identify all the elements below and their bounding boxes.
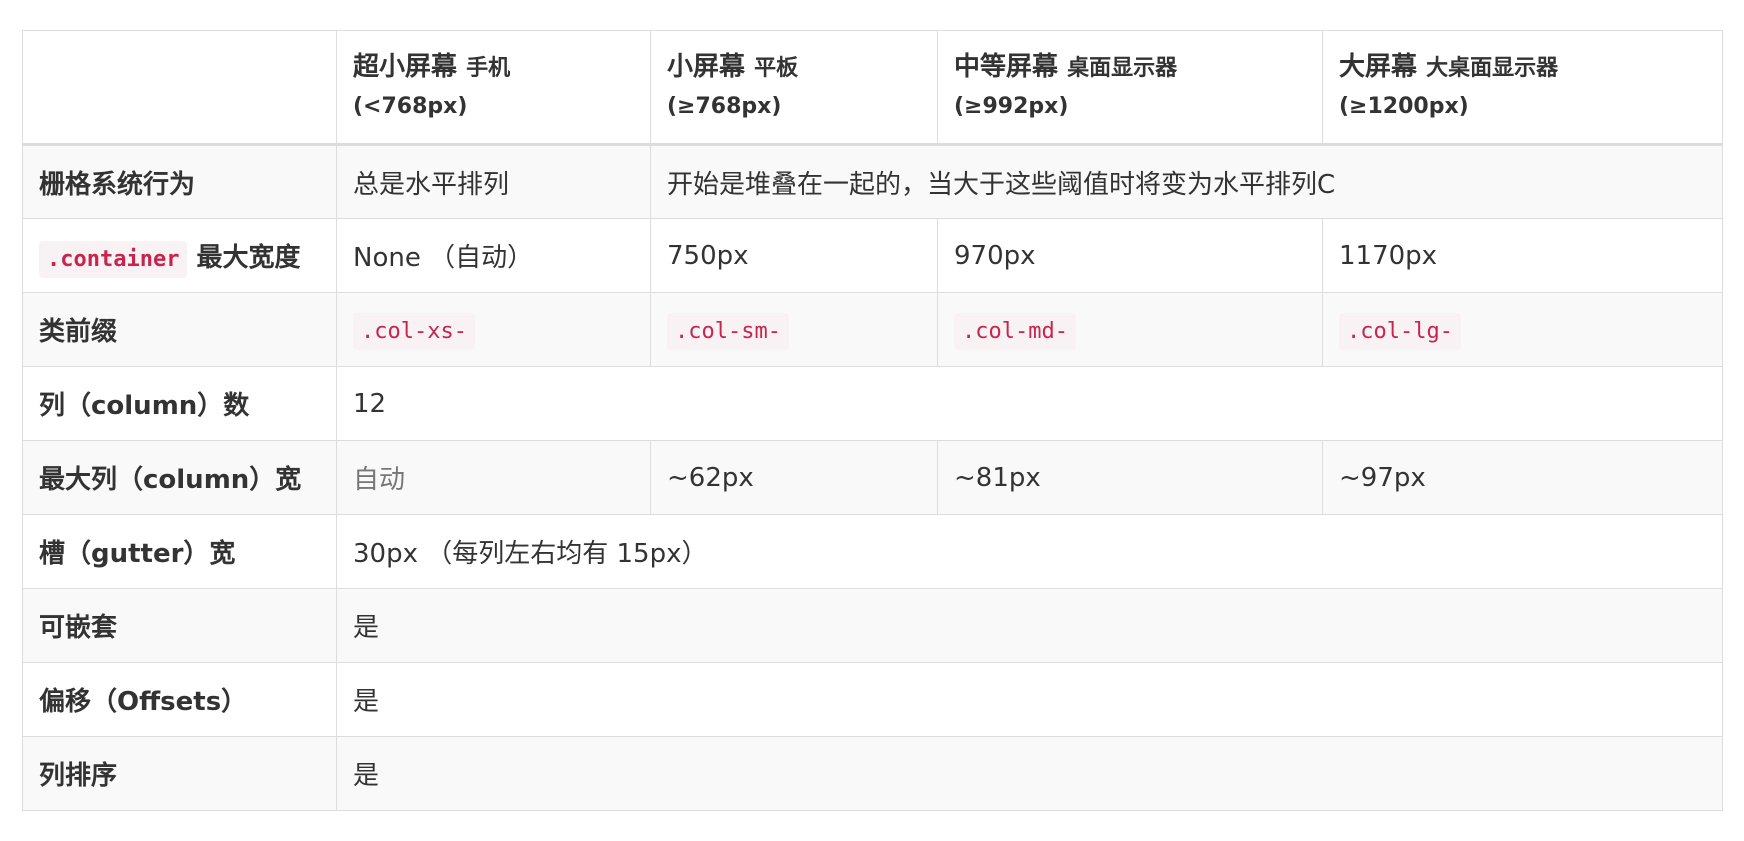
class-prefix-lg: .col-lg- (1339, 312, 1461, 350)
header-cell-xs: 超小屏幕 手机 (<768px) (336, 30, 651, 146)
header-md-sub: 桌面显示器 (1067, 56, 1178, 81)
container-width-xs: None （自动） (336, 218, 651, 293)
row-label-class-prefix: 类前缀 (22, 292, 337, 367)
table-row-max-column-width: 最大列（column）宽 自动 ~62px ~81px ~97px (22, 440, 1723, 515)
gutter-value: 30px （每列左右均有 15px） (336, 514, 1723, 589)
table-body: 栅格系统行为 总是水平排列 开始是堆叠在一起的，当大于这些阈值时将变为水平排列C… (22, 144, 1723, 811)
row-label-columns: 列（column）数 (22, 366, 337, 441)
columns-value: 12 (336, 366, 1723, 441)
header-lg-sub: 大桌面显示器 (1426, 56, 1559, 81)
header-xs-main: 超小屏幕 (353, 52, 458, 82)
header-cell-empty (22, 30, 337, 146)
header-xs-range: (<768px) (353, 94, 468, 119)
row-label-grid-behavior: 栅格系统行为 (22, 144, 337, 219)
class-prefix-xs-cell: .col-xs- (336, 292, 651, 367)
row-label-max-column-width: 最大列（column）宽 (22, 440, 337, 515)
row-label-nestable: 可嵌套 (22, 588, 337, 663)
header-sm-main: 小屏幕 (667, 52, 746, 82)
max-column-width-lg: ~97px (1322, 440, 1723, 515)
header-md-main: 中等屏幕 (954, 52, 1059, 82)
grid-options-table-wrapper: 超小屏幕 手机 (<768px) 小屏幕 平板 (≥768px) 中等屏幕 桌面… (22, 30, 1723, 811)
container-class-code: .container (39, 241, 188, 278)
header-lg-range: (≥1200px) (1339, 94, 1469, 119)
table-row-offsets: 偏移（Offsets） 是 (22, 662, 1723, 737)
header-md-range: (≥992px) (954, 94, 1069, 119)
class-prefix-md-cell: .col-md- (937, 292, 1323, 367)
header-sm-range: (≥768px) (667, 94, 782, 119)
header-lg-main: 大屏幕 (1339, 52, 1418, 82)
header-xs-sub: 手机 (466, 56, 511, 81)
header-cell-lg: 大屏幕 大桌面显示器 (≥1200px) (1322, 30, 1723, 146)
grid-behavior-rest: 开始是堆叠在一起的，当大于这些阈值时将变为水平排列C (650, 144, 1723, 219)
class-prefix-lg-cell: .col-lg- (1322, 292, 1723, 367)
max-column-width-xs: 自动 (336, 440, 651, 515)
container-width-md: 970px (937, 218, 1323, 293)
ordering-value: 是 (336, 736, 1723, 811)
container-width-sm: 750px (650, 218, 938, 293)
table-header: 超小屏幕 手机 (<768px) 小屏幕 平板 (≥768px) 中等屏幕 桌面… (22, 30, 1723, 146)
table-row-ordering: 列排序 是 (22, 736, 1723, 811)
class-prefix-md: .col-md- (954, 312, 1076, 350)
row-label-container-width: .container 最大宽度 (22, 218, 337, 293)
table-row-nestable: 可嵌套 是 (22, 588, 1723, 663)
class-prefix-sm-cell: .col-sm- (650, 292, 938, 367)
nestable-value: 是 (336, 588, 1723, 663)
header-cell-md: 中等屏幕 桌面显示器 (≥992px) (937, 30, 1323, 146)
table-row-grid-behavior: 栅格系统行为 总是水平排列 开始是堆叠在一起的，当大于这些阈值时将变为水平排列C (22, 144, 1723, 219)
row-label-ordering: 列排序 (22, 736, 337, 811)
table-row-container-width: .container 最大宽度 None （自动） 750px 970px 11… (22, 218, 1723, 293)
container-width-label-text: 最大宽度 (196, 243, 301, 273)
header-sm-sub: 平板 (754, 56, 799, 81)
max-column-width-md: ~81px (937, 440, 1323, 515)
grid-options-table: 超小屏幕 手机 (<768px) 小屏幕 平板 (≥768px) 中等屏幕 桌面… (22, 30, 1723, 811)
container-width-lg: 1170px (1322, 218, 1723, 293)
offsets-value: 是 (336, 662, 1723, 737)
row-label-offsets: 偏移（Offsets） (22, 662, 337, 737)
table-row-columns: 列（column）数 12 (22, 366, 1723, 441)
grid-behavior-xs: 总是水平排列 (336, 144, 651, 219)
header-cell-sm: 小屏幕 平板 (≥768px) (650, 30, 938, 146)
row-label-gutter: 槽（gutter）宽 (22, 514, 337, 589)
table-row-gutter: 槽（gutter）宽 30px （每列左右均有 15px） (22, 514, 1723, 589)
max-column-width-sm: ~62px (650, 440, 938, 515)
header-row: 超小屏幕 手机 (<768px) 小屏幕 平板 (≥768px) 中等屏幕 桌面… (22, 30, 1723, 146)
table-row-class-prefix: 类前缀 .col-xs- .col-sm- .col-md- .col-lg- (22, 292, 1723, 367)
class-prefix-xs: .col-xs- (353, 312, 475, 350)
class-prefix-sm: .col-sm- (667, 312, 789, 350)
